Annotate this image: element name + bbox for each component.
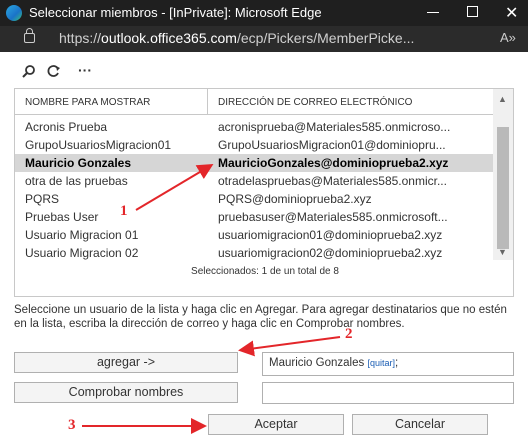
annotation-label-3: 3 bbox=[68, 417, 76, 433]
annotation-label-2: 2 bbox=[345, 326, 353, 342]
arrow-1 bbox=[135, 163, 214, 211]
annotation-label-1: 1 bbox=[120, 203, 128, 219]
annotation-arrows bbox=[82, 163, 341, 434]
arrow-2 bbox=[238, 336, 341, 357]
